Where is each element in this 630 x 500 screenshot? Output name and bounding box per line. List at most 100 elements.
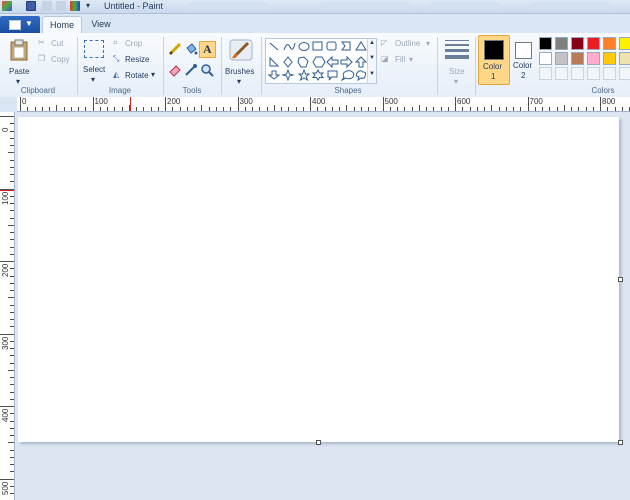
- ruler-tick: [375, 107, 377, 111]
- ruler-tick: [114, 107, 116, 111]
- undo-icon[interactable]: [42, 1, 52, 11]
- ruler-tick: [56, 105, 58, 111]
- eraser-tool[interactable]: [168, 63, 182, 77]
- paste-button[interactable]: Paste ▾: [4, 37, 34, 86]
- ruler-tick: [10, 246, 14, 248]
- cut-button[interactable]: Cut: [51, 39, 63, 48]
- ruler-tick: [295, 107, 297, 111]
- tab-home[interactable]: Home: [42, 16, 82, 34]
- shapes-scroll-control[interactable]: ▲ ▼ ▼: [367, 39, 376, 83]
- ruler-label: 400: [1, 408, 10, 422]
- crop-button[interactable]: Crop: [125, 39, 142, 48]
- color2-button[interactable]: Color 2: [510, 35, 538, 83]
- color-picker-tool[interactable]: [184, 63, 198, 77]
- palette-swatch[interactable]: [619, 37, 630, 50]
- palette-swatch[interactable]: [539, 37, 552, 50]
- fill-tool[interactable]: [184, 42, 198, 56]
- custom-color-slot[interactable]: [603, 67, 616, 80]
- ruler-label: 800: [602, 97, 616, 106]
- ruler-tick: [78, 107, 79, 111]
- custom-color-slot[interactable]: [587, 67, 600, 80]
- ruler-tick: [8, 369, 14, 371]
- tab-view[interactable]: View: [84, 16, 118, 33]
- ruler-tick: [10, 493, 14, 494]
- size-button[interactable]: Size ▾: [440, 37, 474, 86]
- drawing-canvas[interactable]: [18, 117, 619, 442]
- text-tool[interactable]: A: [199, 41, 216, 58]
- rectangular-callout-shape-icon: [327, 70, 338, 81]
- four-point-star-shape-icon: [281, 68, 295, 82]
- ruler-tick: [346, 105, 348, 111]
- ruler-tick: [10, 282, 14, 284]
- select-button[interactable]: Select ▾: [80, 37, 108, 84]
- magnifier-tool[interactable]: [200, 63, 214, 77]
- palette-swatch[interactable]: [587, 37, 600, 50]
- save-icon[interactable]: [26, 1, 36, 11]
- ruler-tick: [556, 107, 558, 111]
- ruler-tick: [10, 195, 14, 197]
- ruler-tick: [600, 97, 601, 111]
- ribbon: Paste ▾ ✂ Cut ❐ Copy Clipboard Select ▾ …: [0, 33, 630, 98]
- document-icon: [9, 20, 21, 30]
- palette-swatch[interactable]: [603, 52, 616, 65]
- brushes-button[interactable]: Brushes ▾: [224, 37, 258, 86]
- ruler-tick: [542, 107, 543, 111]
- group-divider: [261, 37, 262, 95]
- clipboard-icon: [10, 39, 28, 61]
- ruler-tick: [273, 105, 275, 111]
- group-divider: [475, 37, 476, 95]
- fill-button[interactable]: Fill: [395, 55, 405, 64]
- ruler-tick: [0, 406, 14, 407]
- resize-icon: ⤡: [113, 54, 120, 63]
- resize-handle-right[interactable]: [618, 277, 623, 282]
- colors-group-label: Colors: [591, 86, 615, 95]
- outline-button[interactable]: Outline: [395, 39, 420, 48]
- ruler-tick: [10, 159, 14, 161]
- resize-handle-corner[interactable]: [618, 440, 623, 445]
- color1-button[interactable]: Color 1: [478, 35, 510, 85]
- palette-swatch[interactable]: [555, 37, 568, 50]
- palette-swatch[interactable]: [619, 52, 630, 65]
- ruler-tick: [0, 478, 14, 480]
- color2-label: Color: [513, 61, 533, 70]
- ruler-tick: [578, 107, 580, 111]
- redo-icon[interactable]: [56, 1, 66, 11]
- colors-icon[interactable]: [70, 1, 80, 11]
- paint-app-icon[interactable]: [2, 1, 12, 11]
- ruler-tick: [614, 107, 616, 111]
- paint-menu-button[interactable]: ▼: [0, 16, 40, 33]
- ruler-tick: [426, 107, 427, 111]
- custom-color-slot[interactable]: [539, 67, 552, 80]
- chevron-down-icon: ▾: [409, 55, 414, 64]
- palette-swatch[interactable]: [555, 52, 568, 65]
- ruler-tick: [10, 203, 14, 204]
- resize-handle-bottom[interactable]: [316, 440, 321, 445]
- palette-swatch[interactable]: [603, 37, 616, 50]
- ruler-tick: [331, 107, 333, 111]
- ruler-tick: [10, 384, 14, 386]
- copy-button[interactable]: Copy: [51, 55, 70, 64]
- pencil-tool[interactable]: [168, 42, 182, 56]
- select-label: Select: [83, 65, 106, 74]
- palette-swatch[interactable]: [539, 52, 552, 65]
- palette-swatch[interactable]: [587, 52, 600, 65]
- customize-toolbar-icon[interactable]: ▾: [86, 1, 90, 10]
- ruler-tick: [8, 224, 14, 226]
- resize-button[interactable]: Resize: [125, 55, 149, 64]
- group-divider: [221, 37, 222, 95]
- palette-swatch[interactable]: [571, 37, 584, 50]
- shapes-icon-grid: [268, 41, 368, 82]
- title-bar-background: [430, 2, 500, 10]
- group-divider: [437, 37, 438, 95]
- custom-color-slot[interactable]: [571, 67, 584, 80]
- ruler-label: 100: [1, 191, 10, 205]
- custom-color-slot[interactable]: [555, 67, 568, 80]
- ruler-tick: [266, 107, 268, 111]
- palette-swatch[interactable]: [571, 52, 584, 65]
- ruler-tick: [259, 107, 261, 111]
- hexagon-shape-icon: [312, 56, 326, 68]
- custom-color-slot[interactable]: [619, 67, 630, 80]
- color1-label: Color: [483, 62, 503, 71]
- rotate-button[interactable]: Rotate: [125, 71, 149, 80]
- shapes-gallery[interactable]: ▲ ▼ ▼: [265, 38, 377, 84]
